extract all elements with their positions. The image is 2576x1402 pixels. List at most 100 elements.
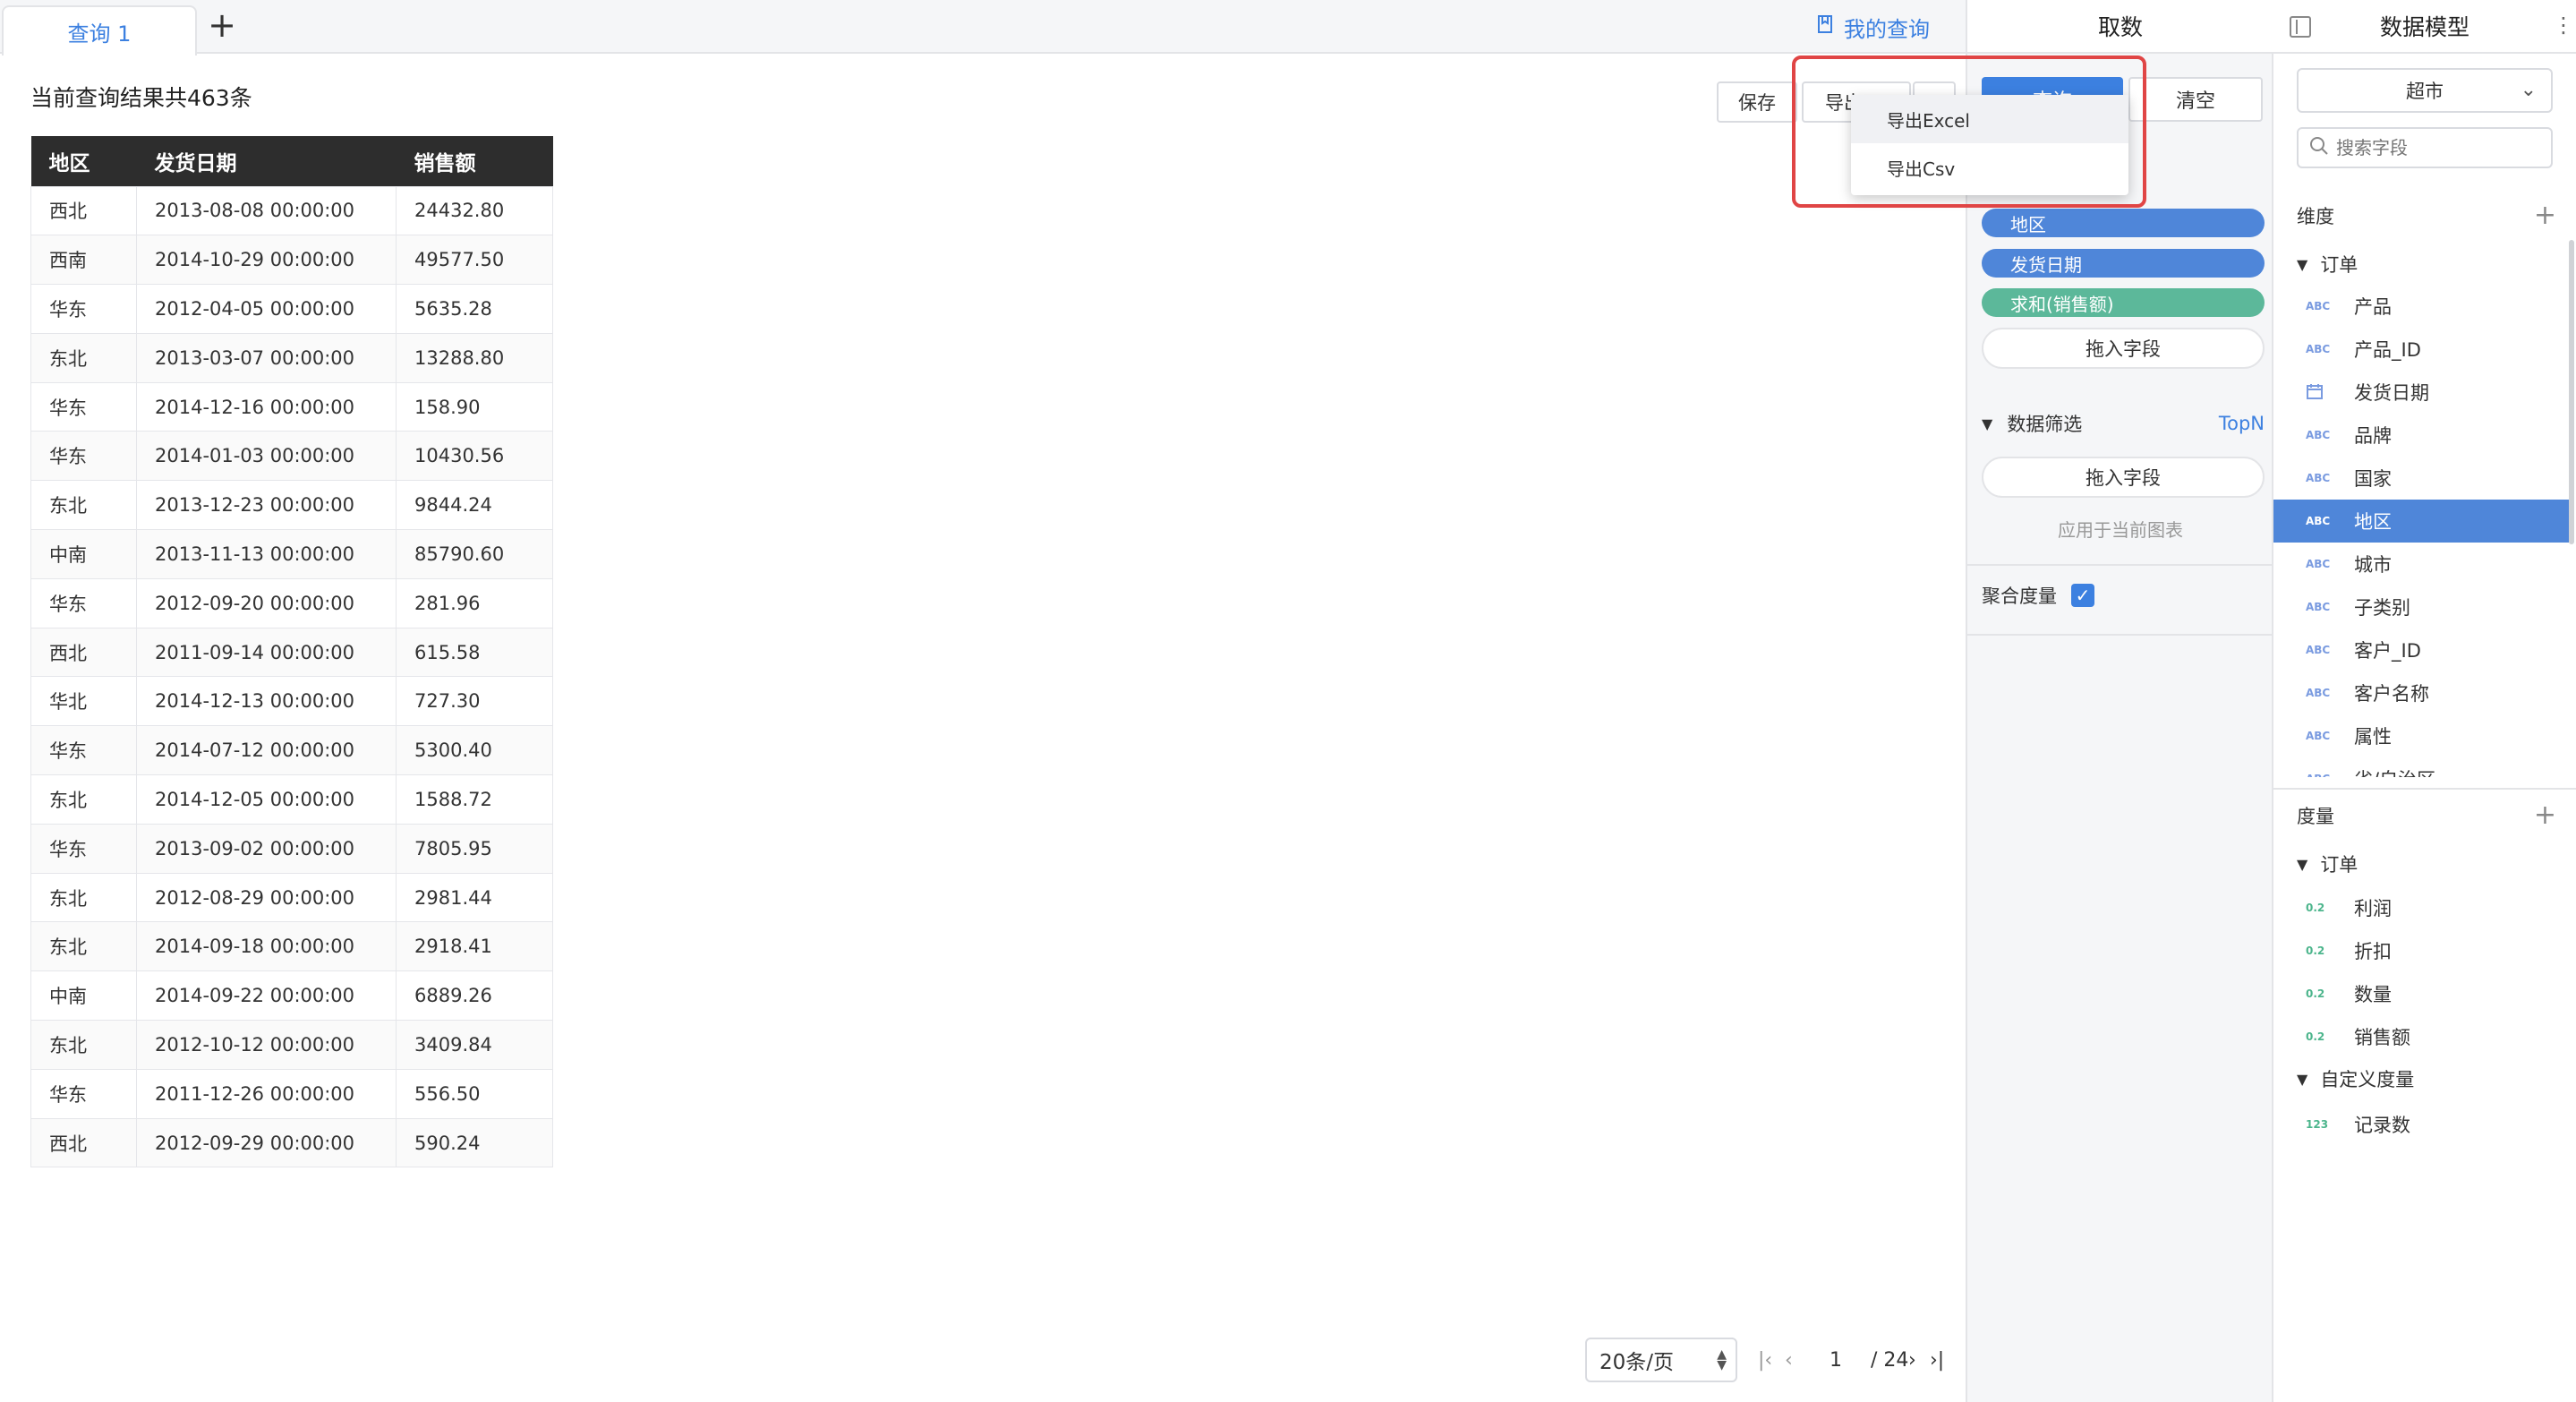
table-row[interactable]: 中南 2013-11-13 00:00:00 85790.60 bbox=[30, 529, 553, 579]
table-row[interactable]: 东北 2012-08-29 00:00:00 2981.44 bbox=[30, 872, 553, 923]
field-item[interactable]: ABC 属性 bbox=[2273, 714, 2569, 757]
table-row[interactable]: 华东 2011-12-26 00:00:00 556.50 bbox=[30, 1068, 553, 1119]
table-cell: 2014-12-05 00:00:00 bbox=[136, 774, 397, 825]
field-name: 城市 bbox=[2354, 554, 2392, 576]
measures-title: 度量 bbox=[2297, 806, 2334, 827]
field-item[interactable]: ABC 品牌 bbox=[2273, 414, 2569, 457]
add-tab-button[interactable]: + bbox=[204, 7, 240, 47]
table-row[interactable]: 西北 2011-09-14 00:00:00 615.58 bbox=[30, 627, 553, 678]
field-name: 客户_ID bbox=[2354, 640, 2421, 662]
table-cell: 东北 bbox=[30, 480, 137, 531]
field-item[interactable]: ABC 城市 bbox=[2273, 543, 2569, 586]
table-cell: 5635.28 bbox=[396, 284, 553, 334]
table-cell: 1588.72 bbox=[396, 774, 553, 825]
table-row[interactable]: 华东 2014-01-03 00:00:00 10430.56 bbox=[30, 431, 553, 482]
table-row[interactable]: 华东 2012-04-05 00:00:00 5635.28 bbox=[30, 284, 553, 334]
clear-button[interactable]: 清空 bbox=[2128, 77, 2263, 122]
page-size-select[interactable]: 20条/页 ▲ ▼ bbox=[1585, 1338, 1737, 1382]
apply-to-chart[interactable]: 应用于当前图表 bbox=[1967, 516, 2273, 542]
topn-link[interactable]: TopN bbox=[2219, 413, 2265, 434]
column-header[interactable]: 销售额 bbox=[396, 136, 553, 186]
field-type-icon: ABC bbox=[2306, 558, 2331, 570]
field-item[interactable]: ABC 产品 bbox=[2273, 285, 2569, 328]
field-pill-region[interactable]: 地区 bbox=[1982, 209, 2265, 237]
first-page-icon[interactable]: |‹ bbox=[1758, 1345, 1772, 1375]
column-header[interactable]: 地区 bbox=[30, 136, 137, 186]
field-item[interactable]: ABC 客户名称 bbox=[2273, 671, 2569, 714]
field-item[interactable]: 123 记录数 bbox=[2273, 1103, 2569, 1146]
my-query-link[interactable]: 我的查询 bbox=[1817, 11, 1930, 43]
tab-query-1[interactable]: 查询 1 bbox=[2, 5, 197, 56]
prev-page-icon[interactable]: ‹ bbox=[1785, 1345, 1793, 1375]
table-row[interactable]: 东北 2013-12-23 00:00:00 9844.24 bbox=[30, 480, 553, 531]
table-cell: 2014-07-12 00:00:00 bbox=[136, 725, 397, 776]
aggregate-checkbox[interactable]: ✓ bbox=[2071, 584, 2094, 607]
measure-group-custom[interactable]: ▼ 自定义度量 bbox=[2297, 1065, 2414, 1092]
last-page-icon[interactable]: ›| bbox=[1930, 1345, 1944, 1375]
table-cell: 2012-09-20 00:00:00 bbox=[136, 577, 397, 628]
collapse-panel-icon[interactable] bbox=[2290, 16, 2311, 38]
table-cell: 2012-09-29 00:00:00 bbox=[136, 1117, 397, 1168]
tab-bar bbox=[0, 0, 1966, 54]
table-cell: 2014-12-13 00:00:00 bbox=[136, 676, 397, 727]
tab-label: 查询 1 bbox=[67, 21, 132, 47]
field-item[interactable]: ABC 地区 bbox=[2273, 500, 2569, 543]
field-item[interactable]: ABC省/自治区 bbox=[2273, 757, 2569, 777]
table-row[interactable]: 华东 2014-07-12 00:00:00 5300.40 bbox=[30, 725, 553, 776]
field-pill-ship-date[interactable]: 发货日期 bbox=[1982, 249, 2265, 278]
scrollbar[interactable] bbox=[2569, 240, 2574, 544]
model-select[interactable]: 超市 ⌄ bbox=[2297, 68, 2553, 113]
table-row[interactable]: 东北 2013-03-07 00:00:00 13288.80 bbox=[30, 332, 553, 383]
filter-drop-zone[interactable]: 拖入字段 bbox=[1982, 457, 2265, 498]
table-row[interactable]: 东北 2014-09-18 00:00:00 2918.41 bbox=[30, 921, 553, 972]
field-search[interactable] bbox=[2297, 127, 2553, 168]
chevron-down-icon: ⌄ bbox=[2520, 79, 2537, 101]
field-item[interactable]: 0.2 数量 bbox=[2273, 972, 2569, 1015]
add-dimension-icon[interactable]: + bbox=[2534, 202, 2556, 229]
table-row[interactable]: 华北 2014-12-13 00:00:00 727.30 bbox=[30, 676, 553, 727]
table-row[interactable]: 西北 2013-08-08 00:00:00 24432.80 bbox=[30, 185, 553, 236]
measure-group-orders[interactable]: ▼ 订单 bbox=[2297, 851, 2358, 877]
table-row[interactable]: 西北 2012-09-29 00:00:00 590.24 bbox=[30, 1117, 553, 1168]
table-cell: 3409.84 bbox=[396, 1020, 553, 1070]
table-row[interactable]: 中南 2014-09-22 00:00:00 6889.26 bbox=[30, 970, 553, 1022]
table-row[interactable]: 西南 2014-10-29 00:00:00 49577.50 bbox=[30, 235, 553, 286]
field-item[interactable]: ABC 子类别 bbox=[2273, 586, 2569, 628]
field-drop-zone[interactable]: 拖入字段 bbox=[1982, 328, 2265, 369]
table-row[interactable]: 东北 2014-12-05 00:00:00 1588.72 bbox=[30, 774, 553, 825]
table-cell: 24432.80 bbox=[396, 185, 553, 236]
group-label: 订单 bbox=[2320, 854, 2358, 876]
table-row[interactable]: 东北 2012-10-12 00:00:00 3409.84 bbox=[30, 1020, 553, 1070]
table-row[interactable]: 华东 2013-09-02 00:00:00 7805.95 bbox=[30, 823, 553, 874]
field-type-icon: 123 bbox=[2306, 1118, 2329, 1131]
field-item[interactable]: ABC 客户_ID bbox=[2273, 628, 2569, 671]
save-button[interactable]: 保存 bbox=[1717, 81, 1797, 123]
field-item[interactable]: 发货日期 bbox=[2273, 371, 2569, 414]
field-item[interactable]: ABC 产品_ID bbox=[2273, 328, 2569, 371]
table-cell: 东北 bbox=[30, 774, 137, 825]
highlight-annotation bbox=[1792, 56, 2146, 208]
column-header[interactable]: 发货日期 bbox=[136, 136, 397, 186]
add-measure-icon[interactable]: + bbox=[2534, 802, 2556, 829]
field-item[interactable]: 0.2 折扣 bbox=[2273, 929, 2569, 972]
total-pages: / 24 bbox=[1871, 1348, 1909, 1372]
current-page[interactable]: 1 bbox=[1830, 1345, 1842, 1375]
next-page-icon[interactable]: › bbox=[1908, 1345, 1916, 1375]
more-icon[interactable]: ⋮ bbox=[2553, 13, 2574, 38]
dimension-group-orders[interactable]: ▼ 订单 bbox=[2297, 251, 2358, 278]
chevron-down-icon[interactable]: ▼ bbox=[1982, 415, 1992, 432]
measures-header: 度量 + bbox=[2297, 802, 2556, 829]
field-item[interactable]: 0.2 销售额 bbox=[2273, 1015, 2569, 1058]
field-item[interactable]: 0.2 利润 bbox=[2273, 886, 2569, 929]
table-cell: 西北 bbox=[30, 185, 137, 236]
field-pill-sum-sales[interactable]: 求和(销售额) bbox=[1982, 288, 2265, 317]
aggregate-measure-row: 聚合度量 ✓ bbox=[1982, 582, 2094, 609]
table-cell: 2981.44 bbox=[396, 872, 553, 923]
dimension-list: ABC 产品 ABC 产品_ID 发货日期 ABC 品牌 ABC 国家 ABC 地区 ABC 城市 ABC… bbox=[2273, 285, 2576, 777]
field-item[interactable]: ABC 国家 bbox=[2273, 457, 2569, 500]
search-input[interactable] bbox=[2336, 137, 2533, 158]
table-row[interactable]: 华东 2014-12-16 00:00:00 158.90 bbox=[30, 381, 553, 432]
field-type-icon: 0.2 bbox=[2306, 902, 2325, 914]
result-table: 地区 发货日期 销售额 西北 2013-08-08 00:00:00 24432.8… bbox=[30, 136, 553, 1168]
table-row[interactable]: 华东 2012-09-20 00:00:00 281.96 bbox=[30, 577, 553, 628]
